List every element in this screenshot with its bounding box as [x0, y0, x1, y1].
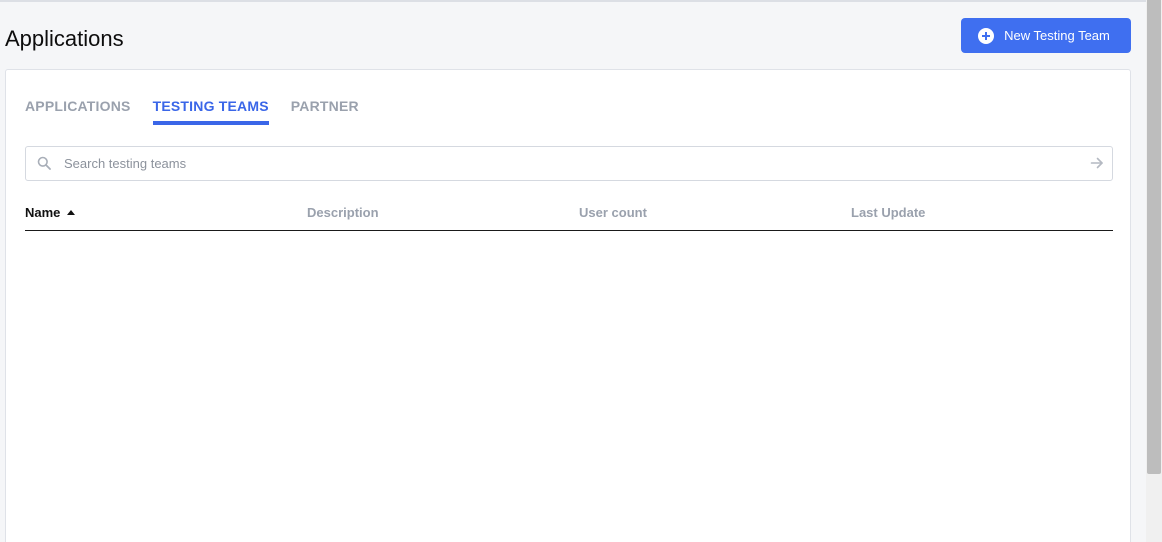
- top-divider: [0, 0, 1146, 2]
- tab-partner[interactable]: PARTNER: [291, 97, 359, 125]
- new-testing-team-button[interactable]: New Testing Team: [961, 18, 1131, 53]
- tab-testing-teams[interactable]: TESTING TEAMS: [152, 97, 269, 125]
- column-header-user-count[interactable]: User count: [579, 205, 647, 220]
- search-icon: [37, 156, 51, 170]
- column-header-description[interactable]: Description: [307, 205, 379, 220]
- content-card: APPLICATIONS TESTING TEAMS PARTNER Name …: [5, 69, 1131, 542]
- search-input[interactable]: [64, 147, 1074, 180]
- sort-ascending-icon: [67, 210, 76, 215]
- table-header: Name Description User count Last Update: [25, 197, 1113, 231]
- new-testing-team-label: New Testing Team: [1004, 28, 1110, 43]
- plus-circle-icon: [978, 27, 995, 44]
- column-header-name[interactable]: Name: [25, 205, 76, 220]
- page-title: Applications: [5, 26, 124, 51]
- tab-bar: APPLICATIONS TESTING TEAMS PARTNER: [25, 97, 359, 125]
- column-name-label: Name: [25, 205, 61, 220]
- scrollbar-thumb[interactable]: [1147, 0, 1161, 474]
- tab-applications[interactable]: APPLICATIONS: [25, 97, 131, 125]
- search-box: [25, 146, 1113, 181]
- page: Applications New Testing Team APPLICATIO…: [0, 0, 1162, 542]
- arrow-right-icon[interactable]: [1090, 156, 1104, 170]
- column-header-last-update[interactable]: Last Update: [851, 205, 925, 220]
